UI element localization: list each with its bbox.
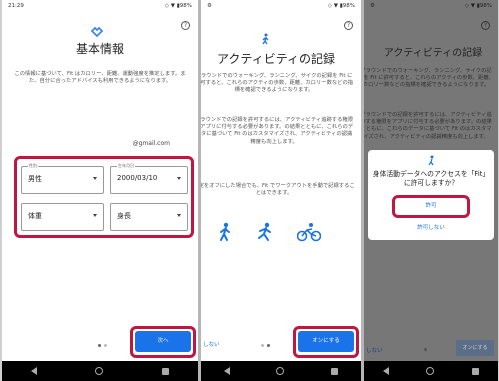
weight-select[interactable]: 体重: [21, 203, 104, 231]
chevron-down-icon: [93, 214, 97, 217]
allow-button[interactable]: 許可: [396, 200, 466, 213]
help-icon: ?: [481, 21, 490, 30]
status-bar: ⚙ ◇ ▼ ▮98%: [364, 0, 498, 12]
home-icon[interactable]: [95, 367, 104, 375]
dob-value: 2000/03/10: [117, 174, 158, 182]
divider: [361, 0, 364, 381]
sex-label: 性別: [28, 163, 38, 169]
page-title: アクティビティの記録: [217, 52, 335, 66]
description-3: 設定をオフにした場合でも、Fit でワークアウトを手動で記録することはできます。: [201, 183, 355, 197]
skip-button-dimmed: しない: [366, 348, 383, 354]
weight-value: 体重: [28, 212, 42, 220]
cycling-icon: [297, 223, 321, 242]
description-1: グラウンドでのウォーキング、ランニング、サイクの記録を Fit に許可すると、こ…: [201, 73, 354, 94]
back-icon[interactable]: [224, 367, 231, 375]
fit-logo-icon: [90, 27, 104, 38]
settings-status-icon: ⚙: [370, 3, 375, 9]
page-dot: [104, 344, 107, 347]
dob-label: 生年月日: [117, 163, 135, 169]
status-icons: ◇ ▼ ▮98%: [327, 3, 355, 9]
help-icon[interactable]: ?: [344, 21, 353, 30]
chevron-down-icon: [93, 177, 97, 180]
status-icons: ◇ ▼ ▮98%: [464, 3, 492, 9]
description-text: この情報に基づいて、Fit はカロリー、距離、運動強度を推定します。また、自分に…: [14, 71, 186, 85]
system-navbar: [201, 361, 361, 381]
skip-button[interactable]: しない: [203, 340, 220, 348]
description-2-dimmed: グラウンドでの記録を許可するには、アクティビティ追跡する権限をアプリに付与する必…: [364, 112, 492, 140]
next-button[interactable]: 次へ: [135, 331, 191, 352]
sex-select[interactable]: 性別 男性: [21, 163, 104, 194]
walking-icon: [220, 222, 230, 241]
help-icon[interactable]: ?: [181, 21, 190, 30]
permission-dialog: 身体活動データへのアクセスを「Fit」に許可しますか？ 許可 許可しない: [368, 150, 494, 240]
status-bar: ⚙ ◇ ▼ ▮98%: [201, 0, 361, 12]
settings-status-icon: ⚙: [207, 3, 212, 9]
recents-icon[interactable]: [161, 367, 169, 375]
status-icons: ◇ ▼ ▮98%: [164, 3, 192, 9]
enable-button-dimmed: オンにする: [456, 340, 494, 356]
status-time: 21:29: [8, 3, 24, 9]
running-icon: [258, 222, 271, 241]
enable-button[interactable]: オンにする: [298, 331, 354, 352]
page-title: 基本情報: [75, 42, 124, 56]
sex-value: 男性: [28, 175, 42, 183]
page-dot: [98, 344, 101, 347]
home-icon[interactable]: [276, 367, 285, 375]
page-dot: [424, 348, 427, 351]
page-indicator: [98, 344, 107, 347]
height-select[interactable]: 身長: [110, 203, 188, 231]
home-icon[interactable]: [426, 367, 435, 375]
account-email: @gmail.com: [132, 140, 170, 147]
page-indicator: [261, 344, 270, 347]
back-icon[interactable]: [31, 367, 38, 375]
recents-icon[interactable]: [330, 367, 338, 375]
divider: [198, 0, 201, 381]
height-value: 身長: [117, 212, 131, 220]
screen-basic-info: 21:29 ◇ ▼ ▮98% ? 基本情報 この情報に基づいて、Fit はカロリ…: [2, 0, 198, 381]
back-icon[interactable]: [382, 367, 389, 375]
system-navbar: [364, 361, 498, 381]
screen-permission-dialog: ⚙ ◇ ▼ ▮98% ? アクティビティの記録 グラウンドでのウォーキング、ラン…: [364, 0, 498, 381]
page-title: アクティビティの記録: [383, 48, 483, 59]
page-dot: [261, 344, 264, 347]
chevron-down-icon: [177, 214, 181, 217]
recents-icon[interactable]: [472, 367, 480, 375]
dialog-title: 身体活動データへのアクセスを「Fit」に許可しますか？: [372, 170, 490, 187]
chevron-down-icon: [177, 177, 181, 180]
status-bar: 21:29 ◇ ▼ ▮98%: [2, 0, 198, 12]
page-indicator: [424, 348, 427, 351]
page-dot: [267, 344, 270, 347]
dob-field[interactable]: 生年月日 2000/03/10: [110, 163, 188, 194]
walking-small-icon: [428, 155, 434, 166]
description-1-dimmed: グラウンドでのウォーキング、ランニング、サイクの記録を Fit に許可すると、こ…: [364, 68, 494, 89]
deny-button[interactable]: 許可しない: [396, 222, 466, 234]
screen-activity-tracking: ⚙ ◇ ▼ ▮98% ? アクティビティの記録 グラウンドでのウォーキング、ラン…: [201, 0, 361, 381]
description-2: グラウンドでの記録を許可するには、アクティビティ追跡する権限をアプリに付与する必…: [201, 117, 354, 145]
system-navbar: [2, 361, 198, 381]
walking-small-icon: [262, 33, 269, 45]
